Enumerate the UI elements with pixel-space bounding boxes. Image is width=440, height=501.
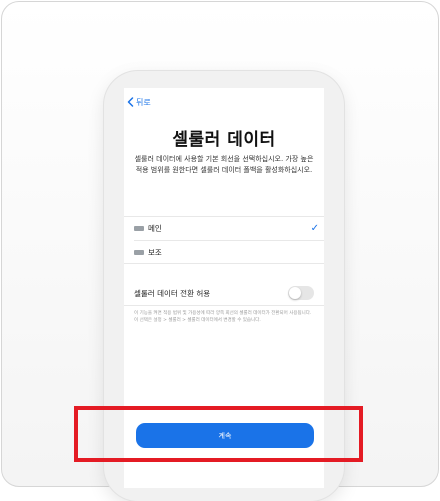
divider [134,240,324,241]
line-option-secondary[interactable]: 보조 [134,243,319,261]
checkmark-icon: ✓ [310,222,319,234]
divider [124,216,324,217]
line-label: 메인 [148,223,162,233]
data-switching-label: 셀룰러 데이터 전환 허용 [134,288,211,298]
back-label: 뒤로 [136,97,151,107]
divider [124,305,324,306]
page-title: 셀룰러 데이터 [172,130,276,150]
divider [124,263,324,264]
sim-badge-icon [134,249,144,255]
toggle-knob [289,287,301,299]
back-button[interactable]: 뒤로 [127,95,151,109]
page-description: 셀룰러 데이터에 사용할 기본 회선을 선택하십시오. 가장 높은 적용 범위를… [134,155,314,174]
continue-button[interactable]: 계속 [136,423,314,448]
data-switching-footnote: 이 기능을 켜면 적용 범위 및 가용성에 따라 양쪽 회선의 셀룰러 데이터가… [134,311,312,323]
data-switching-toggle[interactable] [288,286,314,300]
sim-badge-icon [134,225,144,231]
line-option-main[interactable]: 메인 ✓ [134,219,319,237]
data-switching-row: 셀룰러 데이터 전환 허용 [134,285,314,301]
line-label: 보조 [148,247,162,257]
chevron-left-icon [127,97,134,107]
